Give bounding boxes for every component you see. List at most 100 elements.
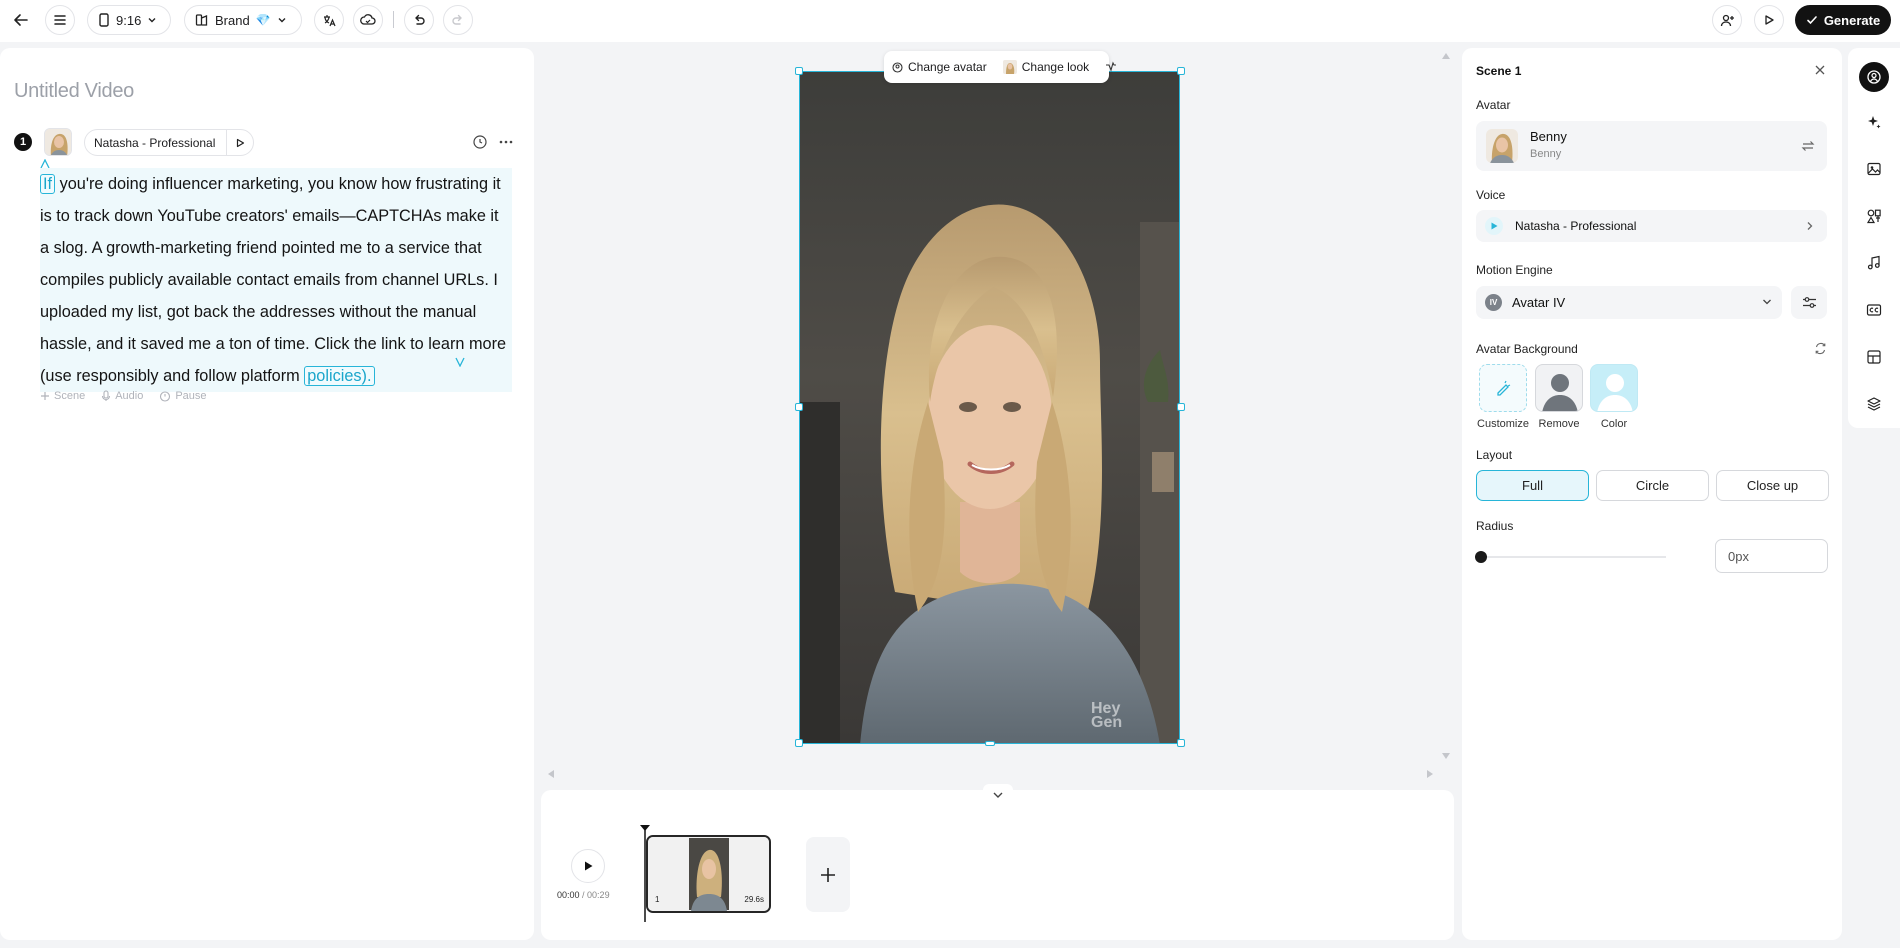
avatar-section-label: Avatar <box>1476 98 1511 112</box>
phone-icon <box>99 13 109 27</box>
voice-section-label: Voice <box>1476 188 1506 202</box>
ai-magic-icon[interactable] <box>1861 109 1887 135</box>
avatar-floating-toolbar: Change avatar Change look <box>884 51 1117 83</box>
avatar-name: Benny <box>1530 129 1567 144</box>
script-text-editor[interactable]: If you're doing influencer marketing, yo… <box>40 168 512 392</box>
captions-icon[interactable] <box>1861 297 1887 323</box>
change-avatar-button[interactable]: Change avatar <box>892 60 987 74</box>
avatar-video-canvas[interactable]: Hey Gen <box>799 71 1180 744</box>
toolbar-divider <box>393 11 394 28</box>
play-icon <box>585 861 593 871</box>
radius-slider-thumb[interactable] <box>1475 551 1487 563</box>
motion-settings-icon[interactable] <box>1791 286 1827 319</box>
tool-rail <box>1848 48 1900 428</box>
voice-name: Natasha - Professional <box>1515 219 1637 233</box>
share-add-user-icon[interactable] <box>1712 5 1742 35</box>
watermark: Hey Gen <box>1091 700 1123 731</box>
scroll-right-arrow-icon[interactable] <box>1426 769 1434 779</box>
aspect-ratio-value: 9:16 <box>116 12 142 28</box>
clip-duration: 29.6s <box>744 895 764 904</box>
back-arrow-icon[interactable] <box>6 5 36 35</box>
resize-handle-top-left[interactable] <box>795 67 803 75</box>
translate-icon[interactable] <box>314 5 344 35</box>
motion-edit-icon[interactable] <box>1105 61 1117 73</box>
add-scene-label: Scene <box>54 390 86 402</box>
resize-handle-bottom-left[interactable] <box>795 739 803 747</box>
layout-full-button[interactable]: Full <box>1476 470 1589 501</box>
menu-icon[interactable] <box>45 5 75 35</box>
motion-engine-label: Motion Engine <box>1476 263 1553 277</box>
avatar-image <box>800 72 1179 743</box>
brand-kit-icon <box>195 14 208 26</box>
change-look-button[interactable]: Change look <box>1002 60 1089 74</box>
voice-card[interactable]: Natasha - Professional <box>1476 210 1827 242</box>
image-icon[interactable] <box>1861 156 1887 182</box>
add-scene-button[interactable]: Scene <box>40 390 85 402</box>
remove-label: Remove <box>1538 418 1580 430</box>
video-title[interactable]: Untitled Video <box>14 80 134 103</box>
edit-wand-icon <box>1497 380 1511 396</box>
timeline-play-button[interactable] <box>571 849 605 883</box>
generate-button[interactable]: Generate <box>1795 5 1891 35</box>
voice-play-icon[interactable] <box>1485 217 1503 235</box>
background-remove-option[interactable] <box>1535 364 1583 412</box>
resize-handle-left[interactable] <box>795 403 803 411</box>
scroll-down-arrow-icon[interactable] <box>1441 752 1451 760</box>
brand-label: Brand <box>215 12 250 28</box>
voice-name: Natasha - Professional <box>85 130 228 155</box>
scroll-up-arrow-icon[interactable] <box>1441 52 1451 60</box>
voice-preview-play-icon[interactable] <box>227 130 253 155</box>
layout-grid-icon[interactable] <box>1861 344 1887 370</box>
scene-avatar-thumbnail[interactable] <box>44 128 72 156</box>
avatar-card[interactable]: Benny Benny <box>1476 121 1827 171</box>
avatar-tool-icon[interactable] <box>1859 62 1889 92</box>
undo-icon[interactable] <box>404 5 434 35</box>
pause-timer-icon <box>160 391 171 402</box>
ai-sparkle-icon[interactable] <box>472 134 488 150</box>
redo-icon[interactable] <box>443 5 473 35</box>
timeline-panel: 00:00 / 00:29 1 29.6s <box>541 790 1454 940</box>
top-bar: 9:16 Brand 💎 Generate <box>0 0 1900 42</box>
scene-number-badge: 1 <box>14 133 32 151</box>
motion-engine-select[interactable]: IV Avatar IV <box>1476 286 1782 319</box>
look-thumbnail-icon <box>1002 60 1017 74</box>
close-icon[interactable] <box>1814 64 1826 76</box>
highlighted-word-start[interactable]: If <box>40 174 56 194</box>
elements-icon[interactable] <box>1861 203 1887 229</box>
more-options-icon[interactable] <box>498 134 514 150</box>
script-body[interactable]: you're doing influencer marketing, you k… <box>40 175 506 385</box>
add-pause-button[interactable]: Pause <box>159 390 207 402</box>
brand-select[interactable]: Brand 💎 <box>184 5 302 35</box>
scene-clip-thumbnail[interactable]: 1 29.6s <box>646 835 771 913</box>
layout-closeup-button[interactable]: Close up <box>1716 470 1829 501</box>
script-panel: Untitled Video 1 Natasha - Professional … <box>0 48 534 940</box>
radius-input[interactable]: 0px <box>1715 539 1828 573</box>
motion-engine-badge: IV <box>1485 294 1502 311</box>
scene-title: Scene 1 <box>1476 64 1522 78</box>
scroll-left-arrow-icon[interactable] <box>547 769 555 779</box>
layout-circle-button[interactable]: Circle <box>1596 470 1709 501</box>
background-color-option[interactable] <box>1590 364 1638 412</box>
chevron-right-icon <box>1806 221 1814 231</box>
highlighted-word-end[interactable]: policies). <box>304 366 375 386</box>
music-icon[interactable] <box>1861 250 1887 276</box>
reset-background-icon[interactable] <box>1814 342 1827 355</box>
swap-avatar-icon[interactable] <box>1801 139 1815 153</box>
collapse-timeline-icon[interactable] <box>983 784 1013 806</box>
resize-handle-right[interactable] <box>1177 403 1185 411</box>
resize-handle-top-right[interactable] <box>1177 67 1185 75</box>
resize-handle-bottom[interactable] <box>985 741 995 746</box>
add-scene-plus-button[interactable] <box>806 837 850 912</box>
resize-handle-bottom-right[interactable] <box>1177 739 1185 747</box>
total-time: / 00:29 <box>582 890 610 900</box>
layers-icon[interactable] <box>1861 391 1887 417</box>
color-label: Color <box>1600 418 1628 430</box>
add-audio-button[interactable]: Audio <box>101 390 143 402</box>
checkmark-icon <box>1807 16 1817 25</box>
background-customize-option[interactable] <box>1479 364 1527 412</box>
cloud-save-icon[interactable] <box>353 5 383 35</box>
voice-selector[interactable]: Natasha - Professional <box>84 129 255 156</box>
radius-slider-track[interactable] <box>1476 556 1666 558</box>
aspect-ratio-select[interactable]: 9:16 <box>87 5 171 35</box>
preview-play-icon[interactable] <box>1754 5 1784 35</box>
